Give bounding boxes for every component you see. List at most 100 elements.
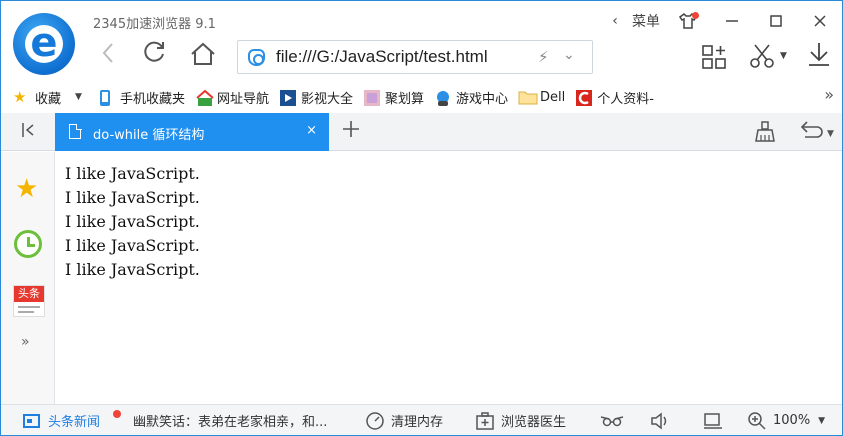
bookmark-label: 游戏中心: [456, 91, 509, 107]
favorites-star-icon[interactable]: ★: [15, 174, 38, 204]
notification-dot: [113, 410, 121, 418]
notification-dot: [692, 12, 699, 19]
news-headline[interactable]: 幽默笑话：表弟在老家相亲，和...: [133, 405, 327, 436]
window-controls: ‹ 菜单: [604, 7, 842, 35]
maximize-button[interactable]: [754, 7, 798, 35]
caret-down-icon[interactable]: ▼: [75, 92, 82, 102]
bookmark-nav[interactable]: 网址导航: [195, 83, 269, 111]
browser-doctor-button[interactable]: 浏览器医生: [475, 405, 566, 436]
download-icon: [809, 43, 829, 66]
film-icon: [279, 89, 297, 106]
output-line: I like JavaScript.: [65, 164, 200, 183]
browser-window: e 2345加速浏览器 9.1 ‹ 菜单 file:///G:/JavaScri…: [0, 0, 843, 436]
bookmarks-bar: ★ 收藏 ▼ 手机收藏夹 网址导航 影视大全 聚划算 游戏中心 Dell 个人资…: [1, 83, 842, 111]
bookmark-label: 个人资料-: [597, 91, 654, 107]
bookmark-label: 手机收藏夹: [119, 91, 185, 107]
screen-icon[interactable]: [703, 405, 723, 436]
incognito-icon[interactable]: [599, 405, 625, 436]
title-and-toolbar: e 2345加速浏览器 9.1 ‹ 菜单 file:///G:/JavaScri…: [1, 1, 842, 79]
undo-icon: [800, 121, 823, 138]
volume-icon[interactable]: [650, 405, 670, 436]
back-button[interactable]: [101, 42, 115, 70]
house-2345-icon: [195, 89, 214, 106]
zoom-control[interactable]: 100% ▼: [747, 405, 825, 436]
bookmark-profile[interactable]: 个人资料-: [575, 83, 654, 111]
menu-button[interactable]: 菜单: [626, 7, 666, 35]
bookmark-games[interactable]: 游戏中心: [434, 83, 508, 111]
chevron-left-icon: [102, 43, 113, 63]
chevron-down-icon[interactable]: ⌄: [563, 47, 575, 63]
left-sidebar: ★ 头条 »: [1, 152, 55, 404]
broom-icon: [755, 121, 775, 142]
home-button[interactable]: [189, 41, 217, 71]
clean-memory-label: 清理内存: [391, 415, 444, 430]
bookmarks-more-icon[interactable]: »: [824, 85, 834, 104]
address-bar[interactable]: file:///G:/JavaScript/test.html ⚡ ⌄: [237, 40, 593, 74]
zoom-level: 100%: [773, 413, 811, 428]
game-icon: [434, 89, 452, 106]
maximize-icon: [770, 15, 782, 27]
plus-icon: [343, 121, 359, 137]
undo-close-button[interactable]: [797, 119, 823, 146]
news-line-decoration: [18, 311, 34, 313]
status-bar: 头条新闻 幽默笑话：表弟在老家相亲，和... 清理内存 浏览器医生 100% ▼: [1, 404, 842, 435]
folder-icon: [518, 89, 538, 105]
zoom-in-icon: [748, 411, 766, 430]
close-button[interactable]: [798, 7, 842, 35]
bookmark-dell[interactable]: Dell: [518, 83, 565, 111]
tab-title: do-while 循环结构: [93, 128, 205, 143]
apps-button[interactable]: [701, 44, 727, 74]
bookmark-label: Dell: [540, 89, 566, 105]
apps-grid-icon: [702, 45, 726, 69]
clean-memory-button[interactable]: 清理内存: [365, 405, 443, 436]
chevron-left-icon[interactable]: ‹: [604, 7, 626, 35]
bookmark-label: 聚划算: [384, 91, 424, 107]
bookmark-video[interactable]: 影视大全: [279, 83, 353, 111]
browser-doctor-label: 浏览器医生: [501, 415, 567, 430]
bookmark-label: 收藏: [35, 91, 62, 107]
c-red-icon: [575, 89, 593, 106]
minimize-icon: [726, 20, 738, 22]
tab-close-icon[interactable]: ×: [306, 123, 317, 138]
sidebar-more-icon[interactable]: »: [21, 334, 30, 350]
caret-down-icon[interactable]: ▼: [780, 51, 787, 61]
download-button[interactable]: [807, 41, 831, 73]
gauge-icon: [366, 411, 384, 430]
medkit-icon: [476, 411, 494, 430]
lightning-icon[interactable]: ⚡: [538, 48, 549, 66]
toutiao-news-icon[interactable]: 头条: [13, 285, 45, 317]
caret-down-icon[interactable]: ▼: [827, 129, 834, 139]
output-line: I like JavaScript.: [65, 260, 200, 279]
shield-icon: [248, 49, 265, 66]
bookmark-label: 影视大全: [300, 91, 353, 107]
home-icon: [191, 42, 215, 65]
clean-broom-button[interactable]: [753, 121, 777, 147]
bookmark-juhuasuan[interactable]: 聚划算: [363, 83, 424, 111]
history-clock-icon[interactable]: [14, 230, 42, 258]
bookmark-favorites[interactable]: ★ 收藏 ▼: [13, 83, 82, 111]
bookmark-mobile[interactable]: 手机收藏夹: [98, 83, 185, 111]
caret-down-icon[interactable]: ▼: [818, 416, 825, 426]
document-icon: [69, 123, 82, 139]
app-title: 2345加速浏览器 9.1: [93, 17, 216, 32]
minimize-button[interactable]: [710, 7, 754, 35]
output-line: I like JavaScript.: [65, 212, 200, 231]
close-icon: [814, 15, 826, 27]
news-line-decoration: [18, 306, 40, 308]
address-url[interactable]: file:///G:/JavaScript/test.html: [276, 47, 488, 67]
screenshot-button[interactable]: [749, 43, 777, 75]
output-line: I like JavaScript.: [65, 236, 200, 255]
bookmark-label: 网址导航: [216, 91, 269, 107]
new-tab-button[interactable]: [341, 117, 361, 145]
tab-bar: do-while 循环结构 × ▼: [1, 113, 842, 151]
sidebar-toggle-icon[interactable]: [21, 122, 35, 142]
reload-icon: [144, 41, 164, 62]
tab-do-while[interactable]: do-while 循环结构 ×: [55, 113, 329, 151]
output-line: I like JavaScript.: [65, 188, 200, 207]
skin-shirt-button[interactable]: [666, 7, 710, 35]
page-output: I like JavaScript. I like JavaScript. I …: [65, 162, 200, 282]
reload-button[interactable]: [141, 39, 167, 71]
page-content: I like JavaScript. I like JavaScript. I …: [56, 152, 842, 404]
news-label: 头条新闻: [48, 415, 101, 430]
news-button[interactable]: 头条新闻: [23, 405, 100, 436]
